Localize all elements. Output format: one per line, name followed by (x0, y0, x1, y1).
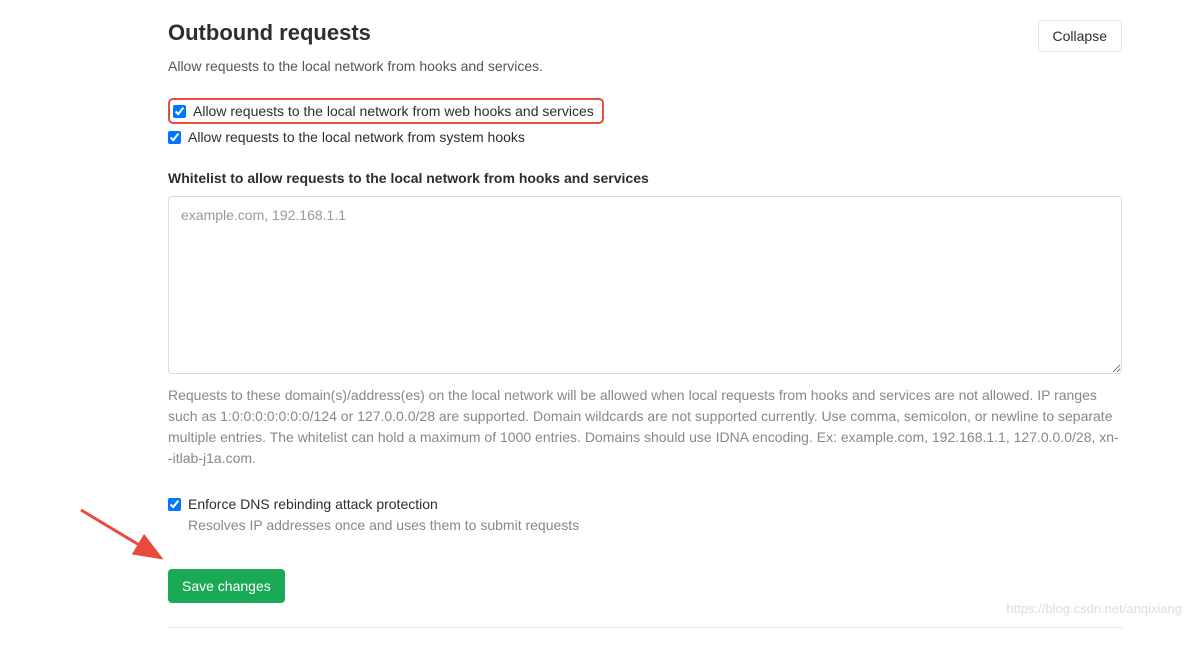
enforce-dns-subtext: Resolves IP addresses once and uses them… (188, 517, 1122, 533)
whitelist-label: Whitelist to allow requests to the local… (168, 170, 1122, 186)
section-title: Outbound requests (168, 20, 371, 46)
allow-system-hooks-label: Allow requests to the local network from… (188, 129, 525, 145)
enforce-dns-checkbox[interactable] (168, 498, 181, 511)
collapse-button[interactable]: Collapse (1038, 20, 1122, 52)
allow-system-hooks-checkbox[interactable] (168, 131, 181, 144)
allow-web-hooks-checkbox[interactable] (173, 105, 186, 118)
arrow-annotation-icon (76, 500, 176, 580)
section-subtitle: Allow requests to the local network from… (168, 58, 1122, 74)
enforce-dns-label: Enforce DNS rebinding attack protection (188, 496, 438, 512)
whitelist-textarea[interactable] (168, 196, 1122, 374)
allow-web-hooks-label: Allow requests to the local network from… (193, 103, 594, 119)
whitelist-help-text: Requests to these domain(s)/address(es) … (168, 385, 1122, 469)
divider (168, 627, 1122, 628)
save-changes-button[interactable]: Save changes (168, 569, 285, 603)
highlight-annotation: Allow requests to the local network from… (168, 98, 604, 124)
